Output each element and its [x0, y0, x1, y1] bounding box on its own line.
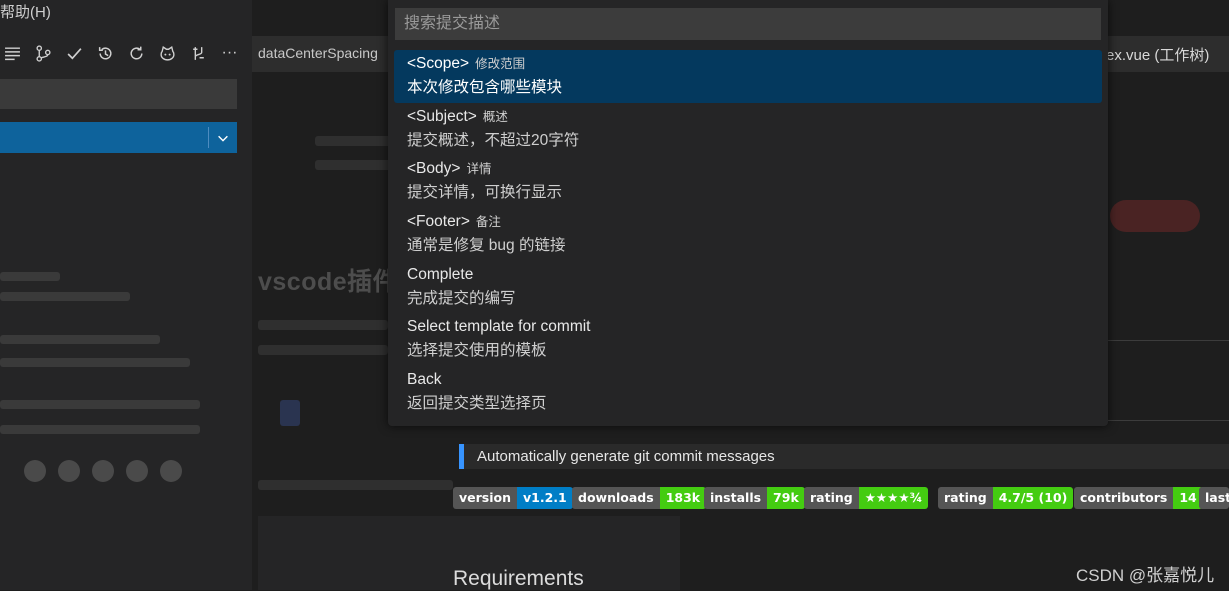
blurred-line [0, 335, 160, 344]
avatar [24, 460, 46, 482]
badge-key: version [453, 487, 518, 509]
item-detail: 提交详情，可换行显示 [407, 184, 563, 202]
badge-value: ★★★★¾ [858, 487, 929, 509]
watermark: CSDN @张嘉悦儿 [1076, 566, 1215, 585]
item-detail: 通常是修复 bug 的链接 [407, 237, 566, 255]
menu-help[interactable]: 帮助(H) [0, 1, 51, 22]
commit-button[interactable] [0, 122, 237, 153]
item-label-text: <Body> [407, 160, 461, 178]
item-detail: 完成提交的编写 [407, 289, 516, 307]
avatar [58, 460, 80, 482]
avatar [92, 460, 114, 482]
quick-input-item[interactable]: Complete 完成提交的编写 [394, 261, 1102, 314]
item-label-text: Complete [407, 265, 474, 283]
github-icon[interactable] [155, 41, 180, 66]
quick-input-item-label: <Footer> 备注 [407, 210, 1089, 234]
blurred-line [0, 400, 200, 409]
item-detail: 返回提交类型选择页 [407, 395, 547, 413]
badge-key: downloads [572, 487, 660, 509]
item-description: 概述 [482, 109, 508, 124]
quick-input-item-label: Complete [407, 263, 1089, 287]
badge-key: contributors [1074, 487, 1174, 509]
quick-input-item[interactable]: Back 返回提交类型选择页 [394, 366, 1102, 419]
item-description: 详情 [466, 162, 492, 177]
commit-message-input[interactable] [0, 79, 237, 109]
badge-key: rating [938, 487, 993, 509]
blurred-meta-line [258, 345, 388, 355]
section-heading: Requirements [453, 567, 584, 590]
item-detail: 提交概述，不超过20字符 [407, 131, 580, 149]
quick-input-item[interactable]: <Scope> 修改范围本次修改包含哪些模块 [394, 50, 1102, 103]
item-detail: 选择提交使用的模板 [407, 342, 547, 360]
list-icon[interactable] [0, 41, 25, 66]
quick-input-item[interactable]: <Body> 详情提交详情，可换行显示 [394, 155, 1102, 208]
refresh-icon[interactable] [124, 41, 149, 66]
scm-toolbar: ··· [0, 40, 242, 66]
blurred-text-line [258, 480, 453, 490]
badge-downloads[interactable]: downloads 183k [572, 487, 707, 509]
badge-contributors[interactable]: contributors 14 [1074, 487, 1203, 509]
quick-input-search[interactable] [395, 8, 1101, 40]
branch-icon[interactable] [186, 41, 211, 66]
divider [1108, 420, 1229, 421]
quick-input-item-label: <Scope> 修改范围 [407, 52, 1089, 76]
blurred-line [0, 425, 200, 434]
item-detail: 本次修改包含哪些模块 [407, 79, 563, 96]
item-label-text: Back [407, 371, 442, 389]
chevron-down-icon[interactable] [209, 122, 237, 153]
badge-value: 4.7/5 (10) [992, 487, 1074, 509]
badge-key: last [1199, 487, 1229, 509]
more-icon[interactable]: ··· [217, 41, 242, 66]
check-icon[interactable] [62, 41, 87, 66]
badge-key: rating [804, 487, 859, 509]
avatar [160, 460, 182, 482]
blurred-meta-line [258, 320, 388, 330]
item-description: 修改范围 [475, 57, 526, 71]
item-label-text: <Scope> [407, 55, 470, 72]
blurred-line [0, 272, 60, 281]
blurred-line [0, 292, 130, 301]
quick-input-item-label: <Subject> 概述 [407, 105, 1089, 129]
description-text: Automatically generate git commit messag… [477, 448, 775, 465]
blurred-button [1110, 200, 1200, 232]
badge-key: installs [704, 487, 768, 509]
item-description: 备注 [475, 215, 501, 230]
item-label-text: <Subject> [407, 107, 477, 125]
quick-input-item[interactable]: Select template for commit 选择提交使用的模板 [394, 313, 1102, 366]
badge-version[interactable]: version v1.2.1 [453, 487, 573, 509]
quick-input-list: <Scope> 修改范围本次修改包含哪些模块 <Subject> 概述提交概述，不超过… [394, 50, 1102, 419]
badge-installs[interactable]: installs 79k [704, 487, 805, 509]
quick-input-item-label: Back [407, 368, 1089, 392]
quick-input-item-label: Select template for commit [407, 315, 1089, 339]
divider [1108, 340, 1229, 341]
editor-tab-active[interactable]: ex.vue (工作树) [1106, 44, 1209, 65]
badge-value: 79k [767, 487, 805, 509]
blurred-avatar [280, 400, 300, 426]
left-panel-content [0, 260, 250, 500]
blurred-line [0, 358, 190, 367]
item-label-text: Select template for commit [407, 318, 591, 336]
quick-input-item-label: <Body> 详情 [407, 157, 1089, 181]
commit-button-main[interactable] [0, 122, 208, 153]
quick-input-item[interactable]: <Subject> 概述提交概述，不超过20字符 [394, 103, 1102, 156]
editor-tab[interactable]: dataCenterSpacing [258, 45, 378, 61]
history-icon[interactable] [93, 41, 118, 66]
badge-value: v1.2.1 [517, 487, 573, 509]
item-label-text: <Footer> [407, 213, 470, 231]
badge-rating[interactable]: rating ★★★★¾ [804, 487, 929, 509]
quick-input-widget: <Scope> 修改范围本次修改包含哪些模块 <Subject> 概述提交概述，不超过… [388, 0, 1108, 426]
badge-value: 183k [659, 487, 707, 509]
badge-rating[interactable]: rating 4.7/5 (10) [938, 487, 1074, 509]
quick-input-item[interactable]: <Footer> 备注通常是修复 bug 的链接 [394, 208, 1102, 261]
git-compare-icon[interactable] [31, 41, 56, 66]
avatar [126, 460, 148, 482]
badge-last[interactable]: last [1199, 487, 1229, 509]
